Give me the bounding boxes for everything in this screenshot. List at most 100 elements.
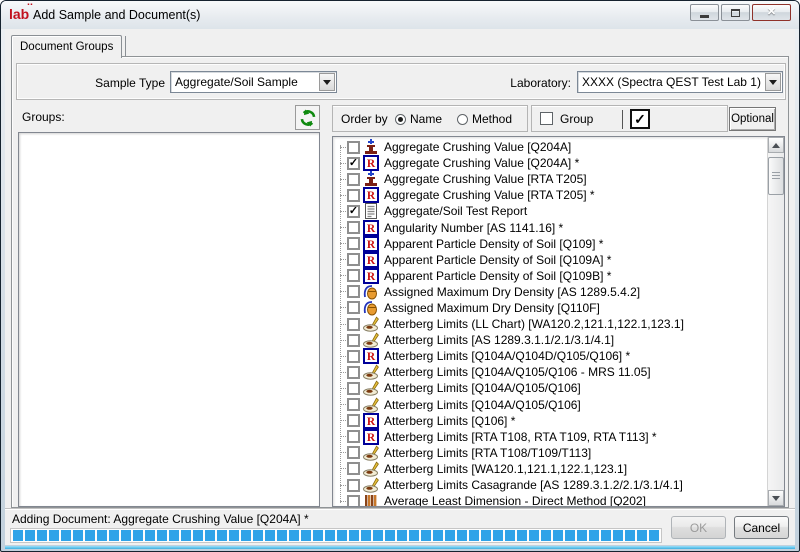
document-row[interactable]: Atterberg Limits [Q104A/Q105/Q106 - MRS … (333, 364, 767, 381)
document-row[interactable]: Atterberg Limits (LL Chart) [WA120.2,121… (333, 316, 767, 332)
refresh-groups-button[interactable] (295, 105, 320, 130)
sample-type-combobox[interactable]: Aggregate/Soil Sample (170, 71, 337, 93)
progress-block (349, 530, 359, 541)
document-row[interactable]: Atterberg Limits [WA120.1,121.1,122.1,12… (333, 461, 767, 477)
document-label: Atterberg Limits [WA120.1,121.1,122.1,12… (384, 461, 628, 476)
progress-block (589, 530, 599, 541)
document-row[interactable]: R Apparent Particle Density of Soil [Q109… (333, 267, 767, 284)
document-checkbox[interactable] (347, 430, 360, 444)
document-checkbox[interactable] (347, 172, 360, 186)
document-checkbox[interactable]: ✓ (347, 204, 360, 218)
vertical-scrollbar[interactable] (767, 137, 784, 506)
progress-block (61, 530, 71, 541)
document-checkbox[interactable] (347, 414, 360, 428)
groups-list[interactable] (18, 132, 320, 507)
svg-text:R: R (367, 351, 376, 363)
title-bar[interactable]: lab Add Sample and Document(s) ✕ (1, 1, 799, 29)
document-row[interactable]: Atterberg Limits [Q104A/Q105/Q106] (333, 380, 767, 397)
document-row[interactable]: Aggregate Crushing Value [RTA T205] (333, 171, 767, 187)
document-checkbox[interactable] (347, 140, 360, 154)
group-options-group: Group ✓ (531, 105, 728, 132)
document-checkbox[interactable]: ✓ (347, 156, 360, 170)
progress-block (109, 530, 119, 541)
document-row[interactable]: Average Least Dimension - Direct Method … (333, 493, 767, 506)
document-row[interactable]: R Apparent Particle Density of Soil [Q109… (333, 251, 767, 268)
document-row[interactable]: R Atterberg Limits [Q104A/Q104D/Q105/Q106… (333, 348, 767, 365)
scroll-down-button[interactable] (768, 490, 784, 506)
document-checkbox[interactable] (347, 381, 360, 395)
tree-connector (340, 323, 346, 325)
progress-block (193, 530, 203, 541)
select-all-checkbox[interactable]: ✓ (630, 109, 650, 129)
laboratory-dropdown-button[interactable] (765, 73, 781, 91)
document-checkbox[interactable] (347, 349, 360, 363)
laboratory-combobox[interactable]: XXXX (Spectra QEST Test Lab 1) (577, 71, 783, 93)
progress-block (181, 530, 191, 541)
progress-block (13, 530, 23, 541)
ok-button[interactable]: OK (671, 516, 726, 539)
maximize-button[interactable] (721, 4, 750, 21)
tree-connector (340, 500, 346, 502)
sample-type-dropdown-button[interactable] (319, 73, 335, 91)
report-icon: R (363, 412, 379, 429)
casagrande-dish-icon (363, 332, 379, 348)
progress-block (469, 530, 479, 541)
document-row[interactable]: Assigned Maximum Dry Density [AS 1289.5.… (333, 284, 767, 300)
document-checkbox[interactable] (347, 301, 360, 315)
document-tree: Aggregate Crushing Value [Q204A] ✓ R Aggreg… (332, 136, 785, 507)
document-row[interactable]: R Apparent Particle Density of Soil [Q109… (333, 235, 767, 252)
cancel-button[interactable]: Cancel (734, 516, 789, 539)
document-checkbox[interactable] (347, 494, 360, 506)
progress-block (73, 530, 83, 541)
document-checkbox[interactable] (347, 253, 360, 267)
minimize-button[interactable] (690, 4, 719, 21)
progress-block (241, 530, 251, 541)
document-checkbox[interactable] (347, 398, 360, 412)
report-icon: R (363, 219, 379, 236)
document-row[interactable]: R Atterberg Limits [Q106] * (333, 412, 767, 429)
document-row[interactable]: R Atterberg Limits [RTA T108, RTA T109, R… (333, 428, 767, 445)
document-checkbox[interactable] (347, 462, 360, 476)
document-checkbox[interactable] (347, 221, 360, 235)
document-label: Aggregate Crushing Value [RTA T205] * (384, 188, 595, 203)
progress-block (337, 530, 347, 541)
order-by-name-radio[interactable]: Name (395, 112, 442, 126)
document-row[interactable]: R Aggregate Crushing Value [RTA T205] * (333, 187, 767, 204)
tab-document-groups[interactable]: Document Groups (11, 35, 123, 58)
document-checkbox[interactable] (347, 446, 360, 460)
document-checkbox[interactable] (347, 237, 360, 251)
svg-text:R: R (367, 190, 376, 202)
document-row[interactable]: R Angularity Number [AS 1141.16] * (333, 219, 767, 236)
document-checkbox[interactable] (347, 478, 360, 492)
progress-block (145, 530, 155, 541)
document-row[interactable]: Atterberg Limits [RTA T108/T109/T113] (333, 445, 767, 461)
group-checkbox[interactable] (540, 112, 553, 125)
close-button[interactable]: ✕ (752, 4, 791, 21)
document-checkbox[interactable] (347, 285, 360, 299)
document-row[interactable]: Assigned Maximum Dry Density [Q110F] (333, 300, 767, 316)
document-label: Atterberg Limits [RTA T108, RTA T109, RT… (384, 429, 657, 444)
document-row[interactable]: ✓ R Aggregate Crushing Value [Q204A] * (333, 155, 767, 172)
document-checkbox[interactable] (347, 333, 360, 347)
radio-label: Name (410, 112, 443, 126)
scroll-up-button[interactable] (768, 137, 784, 153)
document-row[interactable]: ✓ Aggregate/Soil Test Report (333, 203, 767, 220)
order-by-group: Order by Name Method (332, 105, 528, 132)
optional-button[interactable]: Optional (729, 107, 776, 131)
order-by-method-radio[interactable]: Method (457, 112, 512, 126)
document-checkbox[interactable] (347, 365, 360, 379)
scrollbar-thumb[interactable] (768, 157, 784, 195)
document-checkbox[interactable] (347, 317, 360, 331)
document-label: Atterberg Limits [Q104A/Q105/Q106 - MRS … (384, 365, 651, 380)
document-checkbox[interactable] (347, 188, 360, 202)
document-row[interactable]: Atterberg Limits [AS 1289.3.1.1/2.1/3.1/… (333, 332, 767, 348)
progress-block (229, 530, 239, 541)
document-checkbox[interactable] (347, 269, 360, 283)
progress-block (613, 530, 623, 541)
progress-block (277, 530, 287, 541)
document-row[interactable]: Atterberg Limits Casagrande [AS 1289.3.1… (333, 477, 767, 493)
document-row[interactable]: Aggregate Crushing Value [Q204A] (333, 139, 767, 155)
tree-connector (340, 339, 346, 341)
casagrande-dish-icon (363, 461, 379, 477)
document-row[interactable]: Atterberg Limits [Q104A/Q105/Q106] (333, 397, 767, 413)
